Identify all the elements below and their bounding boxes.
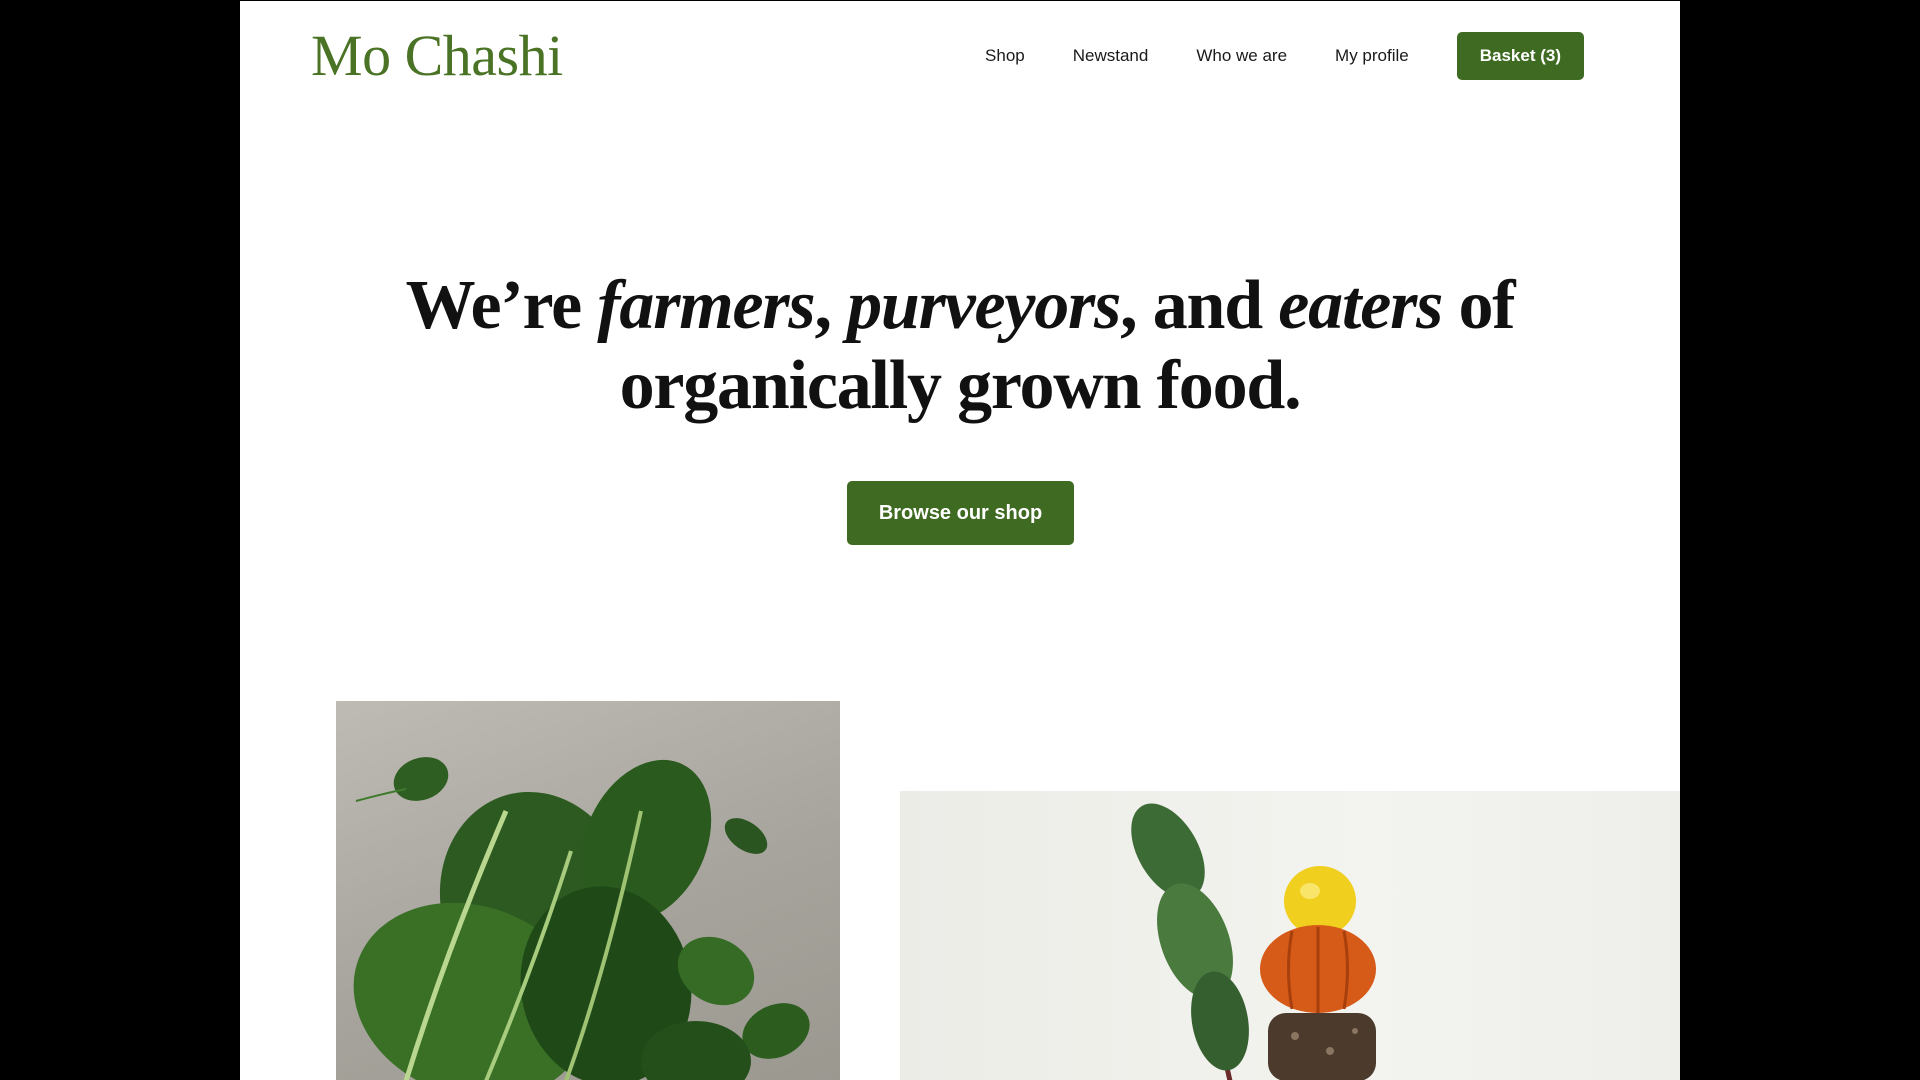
nav-item-who-we-are[interactable]: Who we are [1196,32,1287,80]
hero-emphasis-purveyors: purveyors [847,267,1121,344]
basket-button[interactable]: Basket (3) [1456,32,1584,80]
stacked-produce-illustration [1131,803,1376,1080]
brand-logo[interactable]: Mo Chashi [311,23,563,89]
nav-item-my-profile[interactable]: My profile [1335,32,1409,80]
page: Mo Chashi Shop Newstand Who we are My pr… [240,1,1680,1080]
hero-emphasis-eaters: eaters [1278,267,1443,344]
leafy-greens-photo [336,701,840,1080]
main-nav: Shop Newstand Who we are My profile Bask… [985,32,1584,80]
hero-text-2: , [814,267,848,344]
browse-shop-button[interactable]: Browse our shop [847,481,1074,545]
hero-text-3: , and [1120,267,1279,344]
hero-emphasis-farmers: farmers [597,267,815,344]
nav-item-shop[interactable]: Shop [985,32,1025,80]
hero-text-4: of [1442,267,1515,344]
hero-text-1: We’re [405,267,598,344]
hero-heading: We’re farmers, purveyors, and eaters of … [240,266,1680,426]
hero-text-line2: organically grown food. [619,347,1302,424]
stacked-produce-photo [900,791,1680,1080]
leafy-greens-illustration [353,757,810,1080]
nav-item-newstand[interactable]: Newstand [1073,32,1149,80]
